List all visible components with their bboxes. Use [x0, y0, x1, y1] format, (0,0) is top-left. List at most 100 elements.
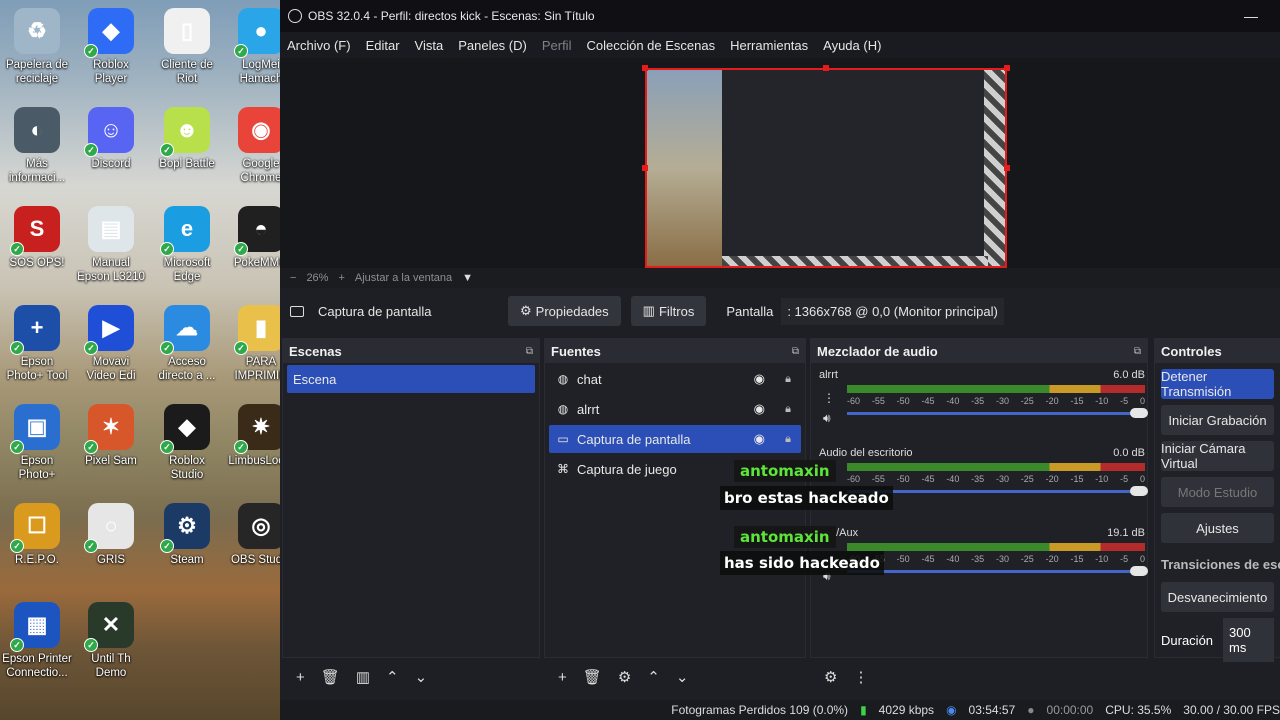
- steam-icon: ⚙ ✓: [160, 503, 210, 553]
- desktop-icon[interactable]: ▶ ✓ Movavi Video Edi: [74, 305, 148, 383]
- source-item-alrrt[interactable]: ◍ alrrt ◉ 🔒︎: [549, 395, 801, 423]
- undock-icon[interactable]: ⧉: [792, 346, 799, 357]
- desktop-icon[interactable]: ✶ ✓ Pixel Sam: [74, 404, 148, 468]
- controls-title: Controles: [1161, 343, 1222, 359]
- undock-icon[interactable]: ⧉: [526, 346, 533, 357]
- zoom-out-button[interactable]: −: [290, 272, 296, 284]
- volume-slider[interactable]: [847, 408, 1148, 418]
- desktop-icon[interactable]: ▯ Cliente de Riot: [150, 8, 224, 86]
- resize-handle[interactable]: [642, 65, 648, 71]
- menu-coleccion[interactable]: Colección de Escenas: [586, 38, 715, 53]
- visibility-eye-icon[interactable]: ◉: [754, 371, 765, 387]
- stop-stream-button[interactable]: Detener Transmisión: [1161, 369, 1274, 399]
- settings-button[interactable]: Ajustes: [1161, 513, 1274, 543]
- trash-icon[interactable]: 🗑︎: [583, 668, 602, 686]
- up-arrow-icon[interactable]: ⌃: [386, 668, 399, 686]
- lock-icon[interactable]: 🔒︎: [785, 373, 791, 386]
- desktop-icon[interactable]: ☐ ✓ R.E.P.O.: [0, 503, 74, 567]
- menu-perfil[interactable]: Perfil: [542, 38, 572, 53]
- menu-vista[interactable]: Vista: [415, 38, 444, 53]
- desktop-icon[interactable]: + ✓ Epson Photo+ Tool: [0, 305, 74, 383]
- properties-button[interactable]: ⚙ Propiedades: [508, 296, 621, 326]
- preview-stripes-right: [984, 70, 1005, 266]
- down-arrow-icon[interactable]: ⌄: [676, 668, 689, 686]
- desktop-icon[interactable]: ☻ ✓ Bopl Battle: [150, 107, 224, 171]
- desktop-icon[interactable]: ▤ Manual Epson L3210: [74, 206, 148, 284]
- visibility-eye-icon[interactable]: ◉: [754, 431, 765, 447]
- gear-icon[interactable]: ⚙: [824, 668, 837, 686]
- chat-username: antomaxin: [734, 526, 836, 548]
- meter-tick: -45: [921, 554, 935, 564]
- desktop-icon[interactable]: ☁ ✓ Acceso directo a ...: [150, 305, 224, 383]
- volume-slider[interactable]: [847, 566, 1148, 576]
- desktop-icon[interactable]: S ✓ SOS OPS!: [0, 206, 74, 270]
- desktop-icon[interactable]: ▣ ✓ Epson Photo+: [0, 404, 74, 482]
- desktop-icon-label: Más informaci...: [8, 158, 66, 184]
- start-recording-button[interactable]: Iniciar Grabación: [1161, 405, 1274, 435]
- desktop-icon[interactable]: ◐ Más informaci...: [0, 107, 74, 185]
- minimize-button[interactable]: —: [1244, 8, 1258, 24]
- start-virtual-camera-button[interactable]: Iniciar Cámara Virtual: [1161, 441, 1274, 471]
- fps: 30.00 / 30.00 FPS: [1183, 703, 1280, 717]
- preview-desktop-thumb: [647, 70, 722, 266]
- display-select[interactable]: : 1366x768 @ 0,0 (Monitor principal): [781, 297, 1004, 325]
- desktop-icon[interactable]: ⚙ ✓ Steam: [150, 503, 224, 567]
- menu-ayuda[interactable]: Ayuda (H): [823, 38, 881, 53]
- source-label: Captura de pantalla: [577, 431, 691, 447]
- desktop-icon-label: Pixel Sam: [85, 455, 137, 467]
- undock-icon[interactable]: ⧉: [1134, 346, 1141, 357]
- menu-herramientas[interactable]: Herramientas: [730, 38, 808, 53]
- resize-handle[interactable]: [823, 65, 829, 71]
- studio-mode-button[interactable]: Modo Estudio: [1161, 477, 1274, 507]
- desktop-icon-label: Epson Printer Connectio...: [2, 653, 72, 679]
- lock-icon[interactable]: 🔒︎: [785, 433, 791, 446]
- desktop-icon[interactable]: e ✓ Microsoft Edge: [150, 206, 224, 284]
- zoom-in-button[interactable]: +: [338, 272, 344, 284]
- scenes-title: Escenas: [289, 343, 342, 359]
- visibility-eye-icon[interactable]: ◉: [754, 401, 765, 417]
- source-item-chat[interactable]: ◍ chat ◉ 🔒︎: [549, 365, 801, 393]
- meter-tick: -20: [1045, 396, 1059, 406]
- up-arrow-icon[interactable]: ⌃: [647, 668, 660, 686]
- menu-paneles[interactable]: Paneles (D): [458, 38, 527, 53]
- desktop-icon[interactable]: ◆ ✓ Roblox Studio: [150, 404, 224, 482]
- globe-icon: ◍: [557, 402, 569, 416]
- transition-select[interactable]: Desvanecimiento: [1161, 582, 1274, 612]
- desktop-icon[interactable]: ◆ ✓ Roblox Player: [74, 8, 148, 86]
- preview-canvas[interactable]: [280, 58, 1280, 268]
- speaker-icon[interactable]: 🔊︎: [823, 411, 831, 426]
- desktop-icon[interactable]: ▦ ✓ Epson Printer Connectio...: [0, 602, 74, 680]
- add-icon[interactable]: +: [558, 669, 567, 686]
- info-icon: ◐: [14, 107, 60, 153]
- gear-icon[interactable]: ⚙: [618, 668, 631, 686]
- resize-handle[interactable]: [642, 165, 648, 171]
- more-options-icon[interactable]: ⋮: [823, 391, 835, 405]
- filters-button[interactable]: ▥ Filtros: [630, 296, 707, 326]
- lock-icon[interactable]: 🔒︎: [785, 403, 791, 416]
- sync-check-icon: ✓: [10, 539, 24, 553]
- mixer-channel: alrrt 6.0 dB -60 -55 -50 -45 -40 -35 -30 -25 -20-…: [819, 369, 1148, 425]
- screen-capture-preview[interactable]: [645, 68, 1007, 268]
- add-icon[interactable]: +: [296, 669, 305, 686]
- edge-icon: e ✓: [160, 206, 210, 256]
- duration-input[interactable]: 300 ms: [1223, 618, 1274, 662]
- meter-tick: -10: [1095, 474, 1109, 484]
- sync-check-icon: ✓: [160, 242, 174, 256]
- menu-archivo[interactable]: Archivo (F): [287, 38, 351, 53]
- scene-item[interactable]: Escena: [287, 365, 535, 393]
- desktop-icon[interactable]: ○ ✓ GRIS: [74, 503, 148, 567]
- down-arrow-icon[interactable]: ⌄: [415, 668, 428, 686]
- resize-handle[interactable]: [1004, 165, 1010, 171]
- filter-icon[interactable]: ▥: [356, 668, 370, 686]
- obs-logo-icon: [288, 9, 302, 23]
- trash-icon[interactable]: 🗑︎: [321, 668, 340, 686]
- zoom-fit-label[interactable]: Ajustar a la ventana: [355, 272, 452, 284]
- more-options-icon[interactable]: ⋮: [853, 668, 868, 686]
- menu-editar[interactable]: Editar: [366, 38, 400, 53]
- source-item-screen-capture[interactable]: ▭ Captura de pantalla ◉ 🔒︎: [549, 425, 801, 453]
- desktop-icon[interactable]: ♻ Papelera de reciclaje: [0, 8, 74, 86]
- resize-handle[interactable]: [1004, 65, 1010, 71]
- desktop-icon[interactable]: ☺ ✓ Discord: [74, 107, 148, 171]
- desktop-icon[interactable]: ✕ ✓ Until Th Demo: [74, 602, 148, 680]
- zoom-dropdown-icon[interactable]: ▼: [462, 272, 473, 284]
